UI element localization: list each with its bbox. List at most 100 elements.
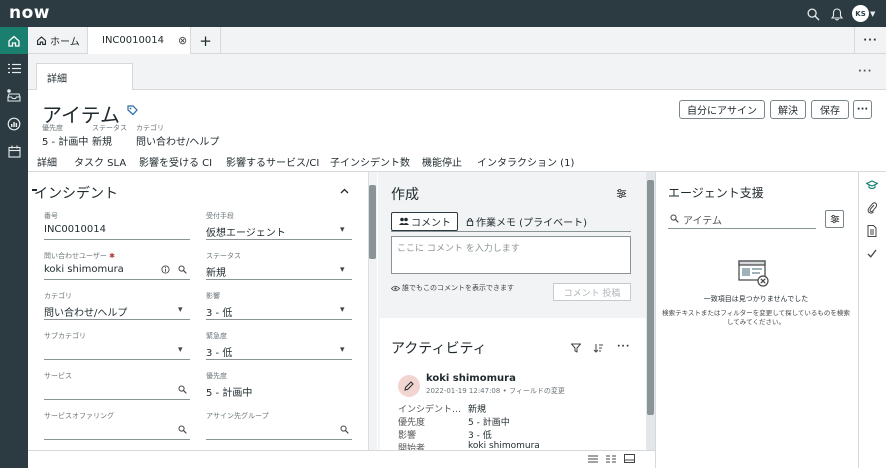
dropdown-caret-icon[interactable]: ▾ [340,305,345,315]
lookup-search-icon[interactable] [178,265,187,277]
add-tab-button[interactable]: + [191,27,221,54]
graduation-cap-icon[interactable] [865,180,879,193]
field-category-select[interactable]: 問い合わせ/ヘルプ [44,304,127,319]
assign-to-me-button[interactable]: 自分にアサイン [679,100,765,119]
field-state-select[interactable]: 新規 [206,264,226,279]
resolve-button[interactable]: 解決 [770,100,806,119]
lookup-search-icon[interactable] [178,385,187,397]
activity-more-button[interactable]: ··· [617,342,630,352]
change-value: 3 - 低 [468,431,492,441]
filter-settings-button[interactable] [825,210,844,228]
field-underline [44,399,190,400]
dropdown-caret-icon[interactable]: ▾ [178,345,183,355]
bell-icon[interactable] [829,6,845,22]
tab-outages[interactable]: 機能停止 [422,154,462,169]
dropdown-caret-icon[interactable]: ▾ [340,225,345,235]
dropdown-caret-icon[interactable]: ▾ [340,265,345,275]
form-footer [28,450,655,468]
no-results-hint-2: してみてください。 [726,318,786,326]
activity-meta: 2022-01-19 12:47:08 • フィールドの変更 [426,387,565,395]
change-field: 開始者 [398,444,426,450]
info-icon[interactable] [161,265,170,277]
inbox-icon[interactable] [6,87,22,103]
field-service-label: サービス [44,372,72,380]
activity-user[interactable]: koki shimomura [426,373,516,384]
field-number-value: INC0010014 [44,224,106,235]
tag-icon[interactable] [127,105,138,119]
compose-scrollbar-thumb[interactable] [647,180,654,415]
field-caller-input[interactable]: koki shimomura [44,264,124,275]
dropdown-caret-icon[interactable]: ▾ [340,345,345,355]
activity-title: アクティビティ [391,341,487,357]
lookup-search-icon[interactable] [178,425,187,437]
dashboard-icon[interactable] [6,116,22,132]
checkmark-icon[interactable] [867,249,877,261]
tab-comment[interactable]: コメント [391,212,458,231]
field-channel-select[interactable]: 仮想エージェント [206,224,286,239]
tab-incident-record[interactable]: INC0010014 ⊗ [88,27,191,54]
visibility-note: 誰でもこのコメントを表示できます [391,283,514,293]
meta-priority-value: 5 - 計画中 [42,137,89,148]
change-field: 影響 [398,431,417,441]
top-navigation-bar [0,0,886,27]
more-actions-button[interactable]: ··· [853,100,872,119]
field-service-offering-label: サービスオファリング [44,412,114,420]
subtab-more-button[interactable]: ··· [858,66,872,77]
chevron-up-icon[interactable] [340,186,349,197]
filter-icon[interactable] [570,343,582,356]
change-value: 5 - 計画中 [468,418,510,428]
field-impact-select[interactable]: 3 - 低 [206,304,232,319]
tab-affected-ci[interactable]: 影響を受ける CI [139,154,212,169]
chevron-down-icon[interactable]: ▼ [870,10,875,18]
field-underline [44,239,190,240]
panel-layout-icon[interactable] [624,454,635,466]
compose-tab-divider [391,231,631,232]
field-underline [206,279,352,280]
field-underline [206,239,352,240]
calendar-icon[interactable] [6,143,22,159]
meta-status-label: ステータス [92,124,127,132]
field-state-label: ステータス [206,252,241,260]
tab-work-notes[interactable]: 作業メモ (プライベート) [466,212,587,231]
tabs-more-button[interactable]: ··· [854,27,886,54]
required-mark: ✱ [109,252,115,260]
tab-home-label: ホーム [50,37,80,48]
comment-textarea[interactable]: ここに コメント を入力します [391,236,631,274]
tab-work-notes-label: 作業メモ (プライベート) [476,218,587,229]
lookup-search-icon[interactable] [340,425,349,437]
eye-icon [391,285,400,291]
sort-icon[interactable] [593,343,603,356]
tab-child-incidents[interactable]: 子インシデント数 [330,154,410,169]
document-icon[interactable] [867,225,877,240]
tab-interactions[interactable]: インタラクション (1) [477,154,574,169]
two-column-icon[interactable] [606,455,616,466]
list-icon[interactable] [6,60,22,76]
user-avatar[interactable]: KS [852,5,869,22]
compose-title: 作成 [391,187,419,203]
field-underline [206,319,352,320]
home-icon[interactable] [0,27,28,54]
tab-home[interactable]: ホーム [28,27,88,54]
activity-type: フィールドの変更 [508,387,565,395]
field-urgency-select[interactable]: 3 - 低 [206,344,232,359]
tab-task-sla[interactable]: タスク SLA [74,154,126,169]
visibility-note-text: 誰でもこのコメントを表示できます [402,284,514,292]
servicenow-logo[interactable]: now [9,3,50,23]
form-scrollbar-thumb[interactable] [369,185,376,259]
agent-assist-search-input[interactable]: アイテム [683,212,722,227]
save-button[interactable]: 保存 [811,100,849,119]
field-underline [44,279,190,280]
post-comment-button[interactable]: コメント 投稿 [553,283,631,301]
field-priority-label: 優先度 [206,372,227,380]
subtab-details[interactable]: 詳細 [36,63,133,90]
dropdown-caret-icon[interactable]: ▾ [178,305,183,315]
single-column-icon[interactable] [588,455,598,466]
meta-priority-label: 優先度 [42,124,63,132]
paperclip-icon[interactable] [867,202,878,217]
close-icon[interactable]: ⊗ [178,34,187,47]
settings-sliders-icon[interactable] [616,188,627,202]
search-icon[interactable] [805,6,821,22]
change-field: インシデント… [398,405,462,415]
field-urgency-label: 緊急度 [206,332,227,340]
tab-impacted-services[interactable]: 影響するサービス/CI [226,154,319,169]
